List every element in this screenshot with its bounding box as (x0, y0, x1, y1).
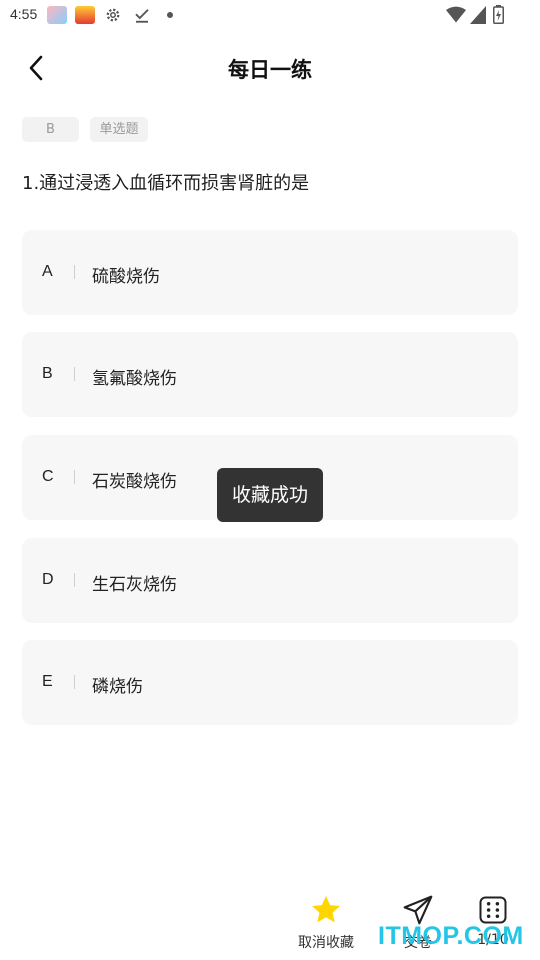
option-letter: A (42, 263, 53, 280)
option-a[interactable]: A 硫酸烧伤 (22, 230, 518, 315)
option-letter: C (42, 468, 54, 485)
star-icon (312, 896, 340, 923)
option-divider (74, 675, 75, 689)
status-time: 4:55 (10, 6, 38, 22)
option-text: 硫酸烧伤 (92, 267, 160, 287)
app-notification-icon (75, 6, 95, 24)
more-notifications-dot (167, 12, 173, 18)
status-bar: 4:55 (0, 0, 540, 32)
option-letter: B (42, 365, 53, 382)
option-letter: E (42, 673, 53, 690)
option-divider (74, 470, 75, 484)
wifi-icon (446, 6, 466, 23)
option-text: 磷烧伤 (92, 677, 143, 697)
page-title: 每日一练 (228, 58, 312, 82)
toast-message: 收藏成功 (217, 468, 323, 522)
option-letter: D (42, 571, 54, 588)
header: 每日一练 (0, 40, 540, 96)
answer-tag: B (22, 117, 79, 142)
question-type-tag: 单选题 (90, 117, 148, 142)
option-divider (74, 265, 75, 279)
download-done-icon (135, 9, 149, 23)
option-e[interactable]: E 磷烧伤 (22, 640, 518, 725)
option-text: 生石灰烧伤 (92, 575, 177, 595)
option-divider (74, 573, 75, 587)
option-b[interactable]: B 氢氟酸烧伤 (22, 332, 518, 417)
unfavorite-label: 取消收藏 (298, 935, 354, 951)
app-notification-icon (47, 6, 67, 24)
question-text: 1.通过浸透入血循环而损害肾脏的是 (22, 173, 310, 194)
option-divider (74, 367, 75, 381)
option-text: 石炭酸烧伤 (92, 472, 177, 492)
gear-icon (106, 8, 120, 22)
answer-sheet-icon (479, 896, 507, 924)
watermark-text: ITMOP.COM (378, 922, 524, 950)
unfavorite-button[interactable]: 取消收藏 (291, 894, 361, 956)
option-text: 氢氟酸烧伤 (92, 369, 177, 389)
signal-icon (470, 6, 486, 24)
battery-icon (493, 5, 504, 24)
option-d[interactable]: D 生石灰烧伤 (22, 538, 518, 623)
